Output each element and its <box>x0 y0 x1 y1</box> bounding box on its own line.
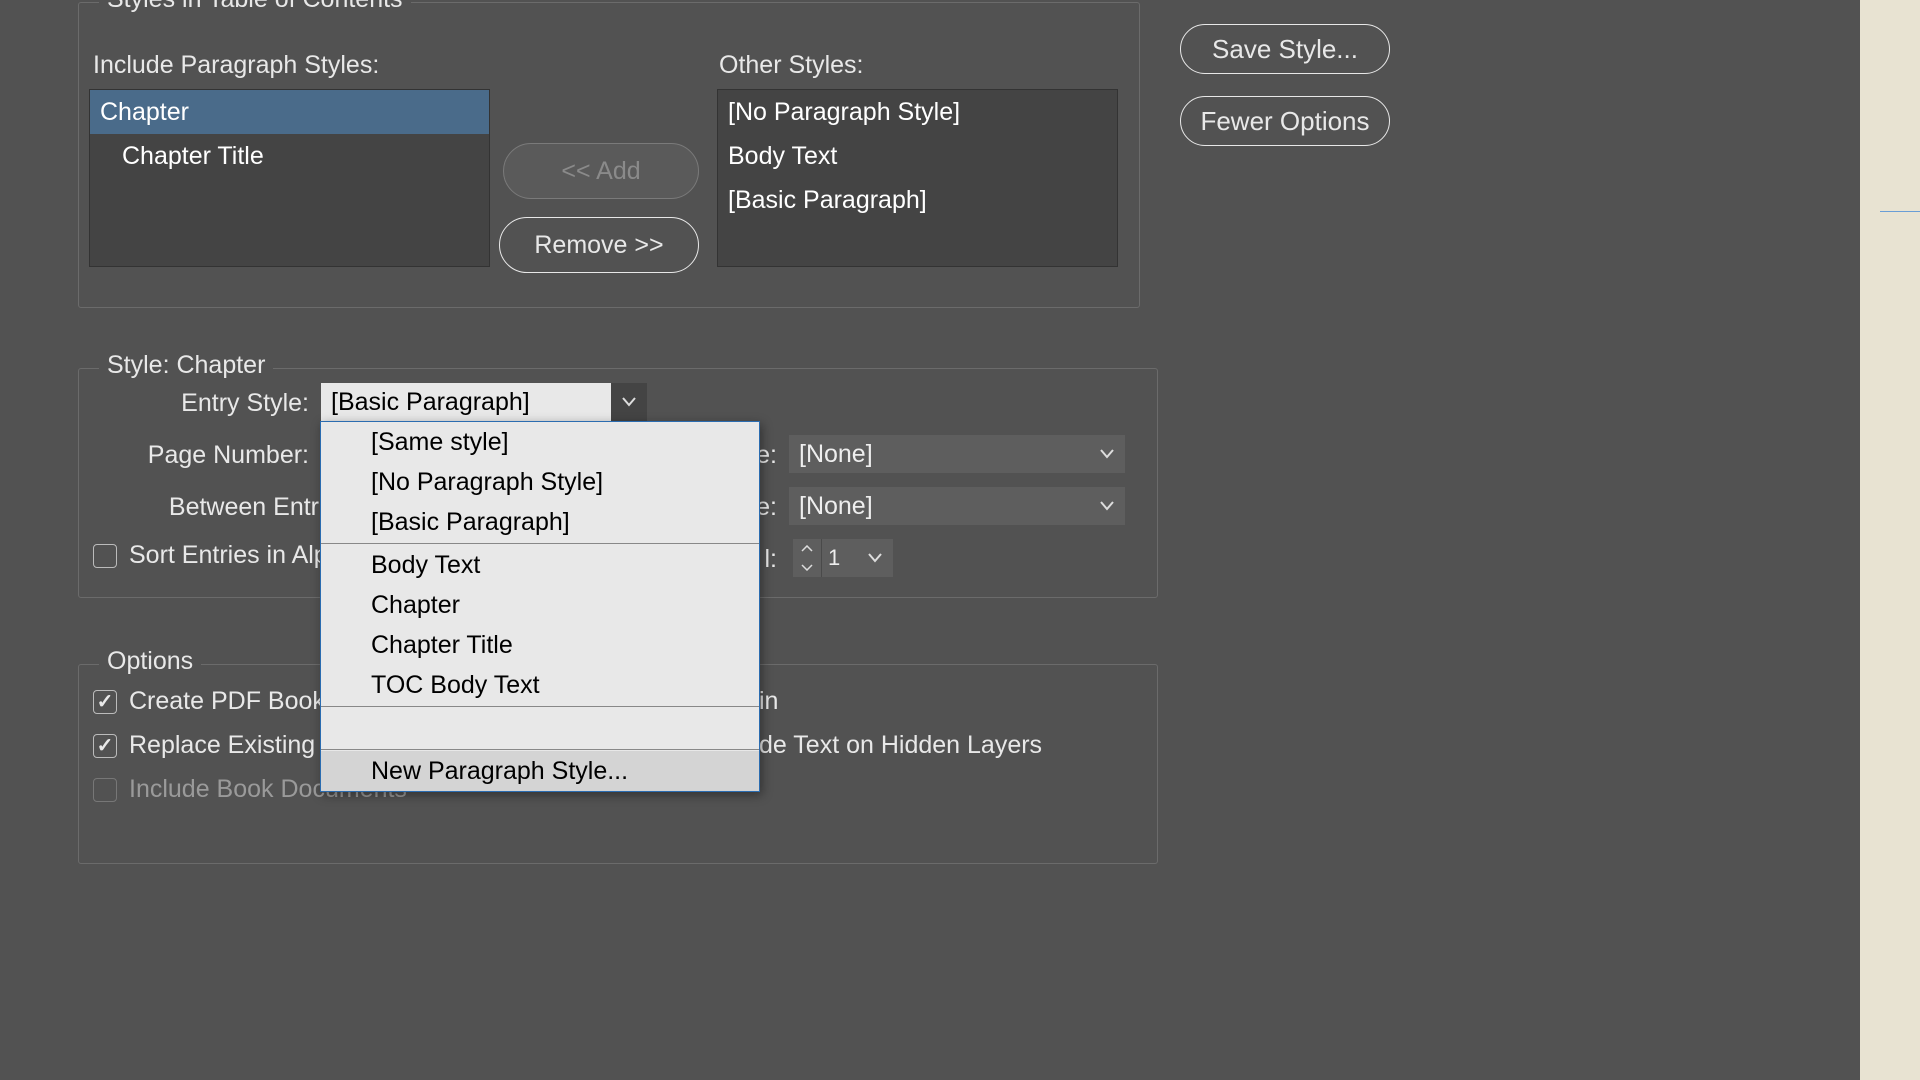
remove-button[interactable]: Remove >> <box>499 217 699 273</box>
sort-entries-checkbox[interactable] <box>93 544 117 568</box>
level-dropdown-button[interactable] <box>857 539 893 577</box>
chevron-down-icon <box>801 564 813 571</box>
save-style-button[interactable]: Save Style... <box>1180 24 1390 74</box>
list-item[interactable]: Chapter <box>90 90 489 134</box>
add-button: << Add <box>503 143 699 199</box>
fewer-options-label: Fewer Options <box>1200 106 1369 137</box>
save-style-label: Save Style... <box>1212 34 1358 65</box>
chevron-down-icon <box>868 553 882 563</box>
entry-style-label: Entry Style: <box>109 389 309 418</box>
opt1-right-frag: in <box>759 687 778 716</box>
dropdown-item[interactable]: Chapter <box>321 585 759 625</box>
dropdown-separator <box>321 706 759 707</box>
list-item[interactable]: [No Paragraph Style] <box>718 90 1117 134</box>
remove-button-label: Remove >> <box>534 231 663 260</box>
dropdown-separator <box>321 543 759 544</box>
chevron-up-icon <box>801 545 813 552</box>
create-pdf-bookmarks-label: Create PDF Bookm <box>129 687 346 716</box>
entry-style-dropdown-button[interactable] <box>611 383 647 421</box>
stepper-down-button[interactable] <box>793 558 821 577</box>
dropdown-item[interactable]: Body Text <box>321 545 759 585</box>
level-value[interactable]: 1 <box>821 539 857 577</box>
dropdown-item[interactable]: TOC Body Text <box>321 665 759 705</box>
page-number-label: Page Number: <box>79 441 309 470</box>
chevron-down-icon <box>1100 501 1114 511</box>
style-right1-dropdown-button[interactable] <box>1089 435 1125 473</box>
group-styles-in-toc: Styles in Table of Contents Include Para… <box>78 2 1140 308</box>
sort-entries-label: Sort Entries in Alp <box>129 541 328 570</box>
stepper-up-button[interactable] <box>793 539 821 558</box>
style-right2-combo[interactable]: [None] <box>789 487 1125 525</box>
dropdown-blank <box>321 708 759 748</box>
style-right1-combo[interactable]: [None] <box>789 435 1125 473</box>
style-right2-dropdown-button[interactable] <box>1089 487 1125 525</box>
include-paragraph-styles-label: Include Paragraph Styles: <box>93 51 379 80</box>
entry-style-value: [Basic Paragraph] <box>321 383 611 421</box>
list-item[interactable]: Body Text <box>718 134 1117 178</box>
entry-style-combo[interactable]: [Basic Paragraph] <box>321 383 647 421</box>
include-styles-listbox[interactable]: Chapter Chapter Title <box>89 89 490 267</box>
style-right2-value: [None] <box>789 487 1089 525</box>
entry-style-dropdown-popup[interactable]: [Same style] [No Paragraph Style] [Basic… <box>320 421 760 792</box>
level-stepper[interactable]: 1 <box>793 539 893 577</box>
legend-styles-in-toc: Styles in Table of Contents <box>99 0 411 14</box>
canvas-background <box>1860 0 1920 1080</box>
dropdown-item[interactable]: [Basic Paragraph] <box>321 502 759 542</box>
other-styles-listbox[interactable]: [No Paragraph Style] Body Text [Basic Pa… <box>717 89 1118 267</box>
dropdown-item[interactable]: Chapter Title <box>321 625 759 665</box>
dropdown-item[interactable]: [Same style] <box>321 422 759 462</box>
legend-style-chapter: Style: Chapter <box>99 351 273 380</box>
opt2-right-frag: de Text on Hidden Layers <box>759 731 1042 760</box>
replace-existing-toc-label: Replace Existing T <box>129 731 337 760</box>
toc-dialog: Save Style... Fewer Options Styles in Ta… <box>0 0 1438 1080</box>
between-entry-label: Between Entr <box>119 493 319 522</box>
replace-existing-toc-row[interactable]: Replace Existing T <box>93 731 337 760</box>
sort-entries-checkbox-row[interactable]: Sort Entries in Alp <box>93 541 328 570</box>
create-pdf-bookmarks-row[interactable]: Create PDF Bookm <box>93 687 346 716</box>
dropdown-item[interactable]: [No Paragraph Style] <box>321 462 759 502</box>
fewer-options-button[interactable]: Fewer Options <box>1180 96 1390 146</box>
replace-existing-toc-checkbox[interactable] <box>93 734 117 758</box>
dropdown-item-new-paragraph-style[interactable]: New Paragraph Style... <box>321 751 759 791</box>
add-button-label: << Add <box>561 157 640 186</box>
style-right1-value: [None] <box>789 435 1089 473</box>
dropdown-separator <box>321 749 759 750</box>
other-styles-label: Other Styles: <box>719 51 864 80</box>
chevron-down-icon <box>1100 449 1114 459</box>
list-item[interactable]: Chapter Title <box>90 134 489 178</box>
chevron-down-icon <box>622 397 636 407</box>
list-item[interactable]: [Basic Paragraph] <box>718 178 1117 222</box>
create-pdf-bookmarks-checkbox[interactable] <box>93 690 117 714</box>
include-book-documents-checkbox <box>93 778 117 802</box>
legend-options: Options <box>99 647 201 676</box>
